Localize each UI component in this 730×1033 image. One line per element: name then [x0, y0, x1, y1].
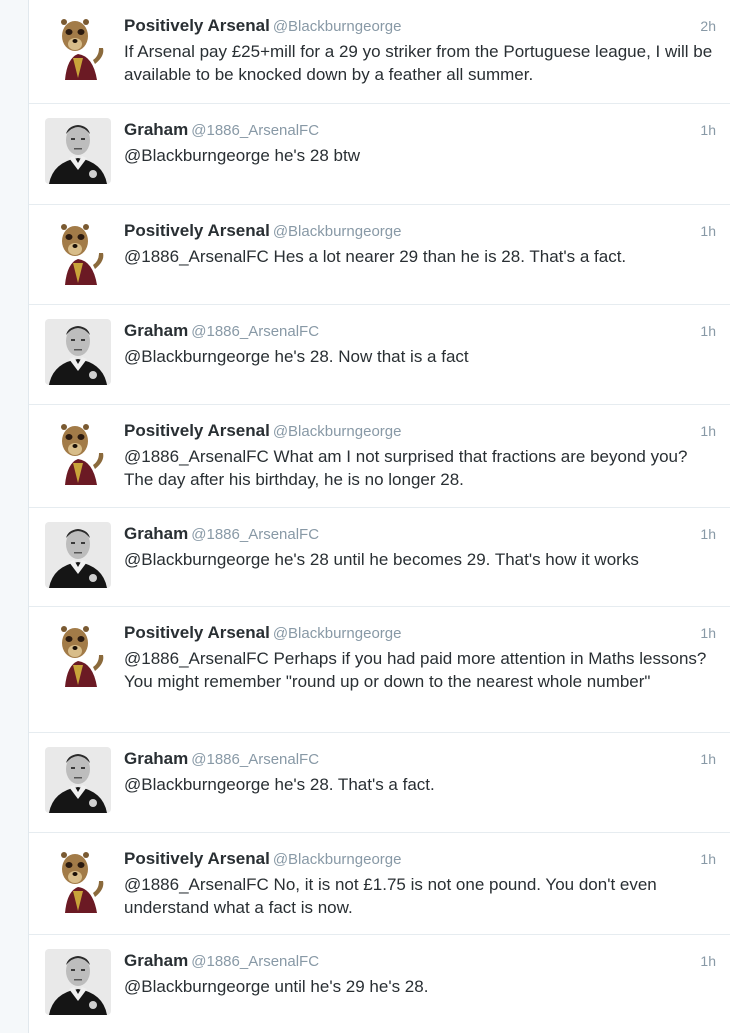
tweet-header: Positively Arsenal @Blackburngeorge 1h	[124, 621, 716, 645]
twitter-timeline-screenshot: Positively Arsenal @Blackburngeorge 2h If…	[0, 0, 730, 1033]
display-name[interactable]: Graham	[124, 749, 188, 768]
tweet-text: @Blackburngeorge until he's 29 he's 28.	[124, 977, 429, 996]
username-handle[interactable]: @1886_ArsenalFC	[191, 526, 319, 543]
tweet-text: @Blackburngeorge he's 28 until he become…	[124, 550, 639, 569]
timestamp[interactable]: 1h	[700, 847, 716, 871]
tweet-header: Positively Arsenal @Blackburngeorge 1h	[124, 419, 716, 443]
tweet[interactable]: Positively Arsenal @Blackburngeorge 1h @1…	[29, 205, 730, 305]
username-handle[interactable]: @Blackburngeorge	[273, 423, 402, 440]
timeline[interactable]: Positively Arsenal @Blackburngeorge 2h If…	[29, 0, 730, 1033]
referee-avatar-icon[interactable]	[45, 118, 111, 184]
username-handle[interactable]: @1886_ArsenalFC	[191, 751, 319, 768]
timestamp[interactable]: 1h	[700, 319, 716, 343]
tweet-text: @Blackburngeorge he's 28 btw	[124, 146, 360, 165]
tweet-header: Graham @1886_ArsenalFC 1h	[124, 522, 716, 546]
tweet-text: @1886_ArsenalFC Perhaps if you had paid …	[124, 649, 707, 691]
tweet-header: Graham @1886_ArsenalFC 1h	[124, 747, 716, 771]
tweet-content: Graham @1886_ArsenalFC 1h @Blackburngeorg…	[124, 319, 716, 369]
tweet-header: Positively Arsenal @Blackburngeorge 1h	[124, 219, 716, 243]
timestamp[interactable]: 1h	[700, 522, 716, 546]
tweet-text: @1886_ArsenalFC No, it is not £1.75 is n…	[124, 875, 657, 917]
display-name[interactable]: Positively Arsenal	[124, 221, 270, 240]
tweet[interactable]: Positively Arsenal @Blackburngeorge 2h If…	[29, 0, 730, 104]
username-handle[interactable]: @1886_ArsenalFC	[191, 953, 319, 970]
display-name[interactable]: Graham	[124, 951, 188, 970]
tweet-header: Graham @1886_ArsenalFC 1h	[124, 319, 716, 343]
username-handle[interactable]: @Blackburngeorge	[273, 223, 402, 240]
tweet-header: Positively Arsenal @Blackburngeorge 1h	[124, 847, 716, 871]
timestamp[interactable]: 1h	[700, 118, 716, 142]
tweet[interactable]: Graham @1886_ArsenalFC 1h @Blackburngeorg…	[29, 104, 730, 205]
tweet[interactable]: Graham @1886_ArsenalFC 1h @Blackburngeorg…	[29, 935, 730, 1033]
tweet-content: Graham @1886_ArsenalFC 1h @Blackburngeorg…	[124, 747, 716, 797]
referee-avatar-icon[interactable]	[45, 747, 111, 813]
tweet-content: Positively Arsenal @Blackburngeorge 1h @1…	[124, 847, 716, 919]
display-name[interactable]: Positively Arsenal	[124, 849, 270, 868]
tweet-header: Graham @1886_ArsenalFC 1h	[124, 118, 716, 142]
display-name[interactable]: Graham	[124, 120, 188, 139]
referee-avatar-icon[interactable]	[45, 522, 111, 588]
tweet-text: @1886_ArsenalFC What am I not surprised …	[124, 447, 688, 489]
display-name[interactable]: Positively Arsenal	[124, 421, 270, 440]
tweet-text: @Blackburngeorge he's 28. Now that is a …	[124, 347, 469, 366]
timestamp[interactable]: 1h	[700, 747, 716, 771]
tweet-content: Graham @1886_ArsenalFC 1h @Blackburngeorg…	[124, 949, 716, 999]
username-handle[interactable]: @Blackburngeorge	[273, 18, 402, 35]
display-name[interactable]: Positively Arsenal	[124, 16, 270, 35]
referee-avatar-icon[interactable]	[45, 319, 111, 385]
display-name[interactable]: Graham	[124, 524, 188, 543]
meerkat-avatar-icon[interactable]	[45, 14, 111, 80]
tweet-text: @1886_ArsenalFC Hes a lot nearer 29 than…	[124, 247, 627, 266]
tweet[interactable]: Positively Arsenal @Blackburngeorge 1h @1…	[29, 607, 730, 733]
left-edge-panel	[0, 0, 29, 1033]
tweet-content: Graham @1886_ArsenalFC 1h @Blackburngeorg…	[124, 522, 716, 572]
display-name[interactable]: Graham	[124, 321, 188, 340]
tweet-content: Positively Arsenal @Blackburngeorge 1h @1…	[124, 219, 716, 269]
tweet[interactable]: Graham @1886_ArsenalFC 1h @Blackburngeorg…	[29, 305, 730, 405]
tweet-content: Positively Arsenal @Blackburngeorge 1h @1…	[124, 621, 716, 693]
referee-avatar-icon[interactable]	[45, 949, 111, 1015]
tweet[interactable]: Graham @1886_ArsenalFC 1h @Blackburngeorg…	[29, 508, 730, 607]
tweet-text: If Arsenal pay £25+mill for a 29 yo stri…	[124, 42, 713, 84]
tweet[interactable]: Graham @1886_ArsenalFC 1h @Blackburngeorg…	[29, 733, 730, 833]
tweet[interactable]: Positively Arsenal @Blackburngeorge 1h @1…	[29, 405, 730, 508]
timestamp[interactable]: 1h	[700, 419, 716, 443]
meerkat-avatar-icon[interactable]	[45, 219, 111, 285]
tweet-content: Positively Arsenal @Blackburngeorge 2h If…	[124, 14, 716, 86]
timestamp[interactable]: 1h	[700, 219, 716, 243]
tweet-header: Positively Arsenal @Blackburngeorge 2h	[124, 14, 716, 38]
tweet[interactable]: Positively Arsenal @Blackburngeorge 1h @1…	[29, 833, 730, 935]
tweet-content: Graham @1886_ArsenalFC 1h @Blackburngeorg…	[124, 118, 716, 168]
meerkat-avatar-icon[interactable]	[45, 621, 111, 687]
meerkat-avatar-icon[interactable]	[45, 847, 111, 913]
tweet-header: Graham @1886_ArsenalFC 1h	[124, 949, 716, 973]
username-handle[interactable]: @Blackburngeorge	[273, 851, 402, 868]
username-handle[interactable]: @1886_ArsenalFC	[191, 323, 319, 340]
username-handle[interactable]: @Blackburngeorge	[273, 625, 402, 642]
meerkat-avatar-icon[interactable]	[45, 419, 111, 485]
tweet-content: Positively Arsenal @Blackburngeorge 1h @1…	[124, 419, 716, 491]
timestamp[interactable]: 1h	[700, 949, 716, 973]
timestamp[interactable]: 2h	[700, 14, 716, 38]
tweet-text: @Blackburngeorge he's 28. That's a fact.	[124, 775, 435, 794]
display-name[interactable]: Positively Arsenal	[124, 623, 270, 642]
timestamp[interactable]: 1h	[700, 621, 716, 645]
username-handle[interactable]: @1886_ArsenalFC	[191, 122, 319, 139]
